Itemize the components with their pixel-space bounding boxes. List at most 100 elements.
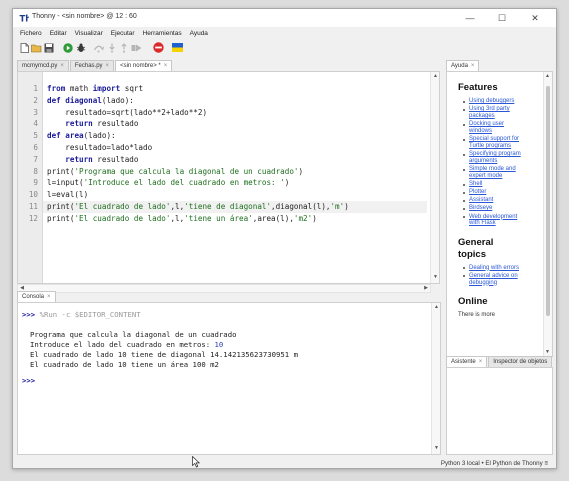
bullet-icon	[463, 138, 465, 141]
scroll-up-icon[interactable]: ▲	[432, 73, 439, 81]
help-link-text: Specifying program	[469, 151, 521, 158]
maximize-button[interactable]: ☐	[488, 11, 516, 25]
help-link[interactable]: Using debuggers	[469, 98, 549, 105]
code-line[interactable]: return resultado	[47, 154, 138, 166]
menu-fichero[interactable]: Fichero	[16, 30, 46, 37]
shell-console[interactable]: >>> %Run -c $EDITOR_CONTENT Programa que…	[17, 302, 441, 455]
help-link[interactable]: General advice on debugging	[469, 273, 549, 287]
code-line[interactable]: from math import sqrt	[47, 83, 143, 95]
menu-visualizar[interactable]: Visualizar	[71, 30, 107, 37]
resume-button[interactable]	[131, 42, 142, 53]
step-out-button[interactable]	[118, 42, 129, 53]
line-number: 2	[33, 95, 38, 105]
help-link-text: Plotter	[469, 189, 487, 196]
input-prompt-line[interactable]: >>>	[22, 376, 35, 385]
tab-asistente[interactable]: Asistente ×	[446, 356, 488, 367]
console-vertical-scrollbar[interactable]: ▲ ▼	[431, 303, 440, 454]
help-link[interactable]: Using 3rd party packages	[469, 106, 549, 120]
save-button[interactable]	[43, 42, 54, 53]
code-line[interactable]: return resultado	[47, 118, 138, 130]
tab-label: Ayuda	[451, 63, 468, 69]
help-link[interactable]: Web development with Flask	[469, 214, 549, 228]
help-scrollbar[interactable]: ▲ ▼	[543, 72, 552, 356]
help-link[interactable]: Dealing with errors	[469, 265, 549, 272]
tab-inspector-de-objetos[interactable]: Inspector de objetos	[488, 356, 553, 367]
help-link-text: Assistant	[469, 197, 494, 204]
menu-editar[interactable]: Editar	[46, 30, 71, 37]
bullet-icon	[463, 108, 465, 111]
function-name-token: area	[65, 131, 84, 141]
code-line[interactable]: print('El cuadrado de lado',l,'tiene de …	[43, 201, 427, 213]
step-into-icon	[108, 43, 115, 53]
code-line[interactable]: l=input('Introduce el lado del cuadrado …	[47, 177, 289, 189]
close-tab-icon[interactable]: ×	[106, 63, 110, 69]
help-link[interactable]: Special support for Turtle programs	[469, 136, 549, 150]
help-link[interactable]: Docking user windows	[469, 121, 549, 135]
step-into-button[interactable]	[106, 42, 117, 53]
code-line[interactable]: print('Programa que calcula la diagonal …	[47, 166, 303, 178]
help-link[interactable]: Specifying program arguments	[469, 151, 549, 165]
tab-consola[interactable]: Consola ×	[17, 291, 56, 302]
scroll-up-icon[interactable]: ▲	[545, 73, 550, 79]
tab-sin-nombre[interactable]: <sin nombre> * ×	[115, 60, 173, 71]
code-line[interactable]: resultado=lado*lado	[47, 142, 152, 154]
code-token: (lado):	[101, 95, 134, 105]
close-tab-icon[interactable]: ×	[479, 359, 483, 365]
scroll-thumb[interactable]	[546, 86, 550, 316]
code-line[interactable]: def diagonal(lado):	[47, 95, 134, 107]
tab-mcmymcd[interactable]: mcmymcd.py ×	[17, 60, 69, 71]
line-number-gutter: 1 2 3 4 5 6 7 8 9 10 11 12	[18, 72, 43, 283]
scroll-down-icon[interactable]: ▼	[433, 445, 440, 453]
help-link[interactable]: Shell	[469, 181, 549, 188]
help-link-text: Using 3rd party	[469, 106, 510, 113]
code-line[interactable]: l=eval(l)	[47, 189, 88, 201]
code-token: (lado):	[83, 131, 116, 141]
output-line: El cuadrado de lado 10 tiene de diagonal…	[30, 350, 298, 359]
new-file-icon	[20, 42, 29, 53]
editor-horizontal-scrollbar[interactable]: ◀ ▶	[17, 284, 431, 293]
bullet-icon	[463, 183, 465, 186]
keyword-token: def	[47, 95, 61, 105]
close-tab-icon[interactable]: ×	[47, 294, 51, 300]
menu-ayuda[interactable]: Ayuda	[186, 30, 212, 37]
close-tab-icon[interactable]: ×	[164, 63, 168, 69]
tab-ayuda[interactable]: Ayuda ×	[446, 60, 480, 71]
code-line[interactable]: def area(lado):	[47, 130, 116, 142]
close-tab-icon[interactable]: ×	[471, 63, 475, 69]
debug-button[interactable]	[75, 42, 86, 53]
tab-fechas[interactable]: Fechas.py ×	[69, 60, 115, 71]
scroll-down-icon[interactable]: ▼	[432, 274, 439, 282]
editor-tab-strip: mcmymcd.py × Fechas.py × <sin nombre> * …	[17, 59, 173, 71]
scroll-right-icon[interactable]: ▶	[422, 285, 430, 292]
stop-button[interactable]	[153, 42, 164, 53]
code-line[interactable]: print('El cuadrado de lado',l,'tiene un …	[47, 213, 317, 225]
close-window-button[interactable]: ✕	[521, 11, 549, 25]
close-tab-icon[interactable]: ×	[60, 63, 64, 69]
help-link[interactable]: Assistant	[469, 197, 549, 204]
menu-ejecutar[interactable]: Ejecutar	[107, 30, 139, 37]
string-token: 'El cuadrado de lado'	[74, 213, 171, 223]
scroll-up-icon[interactable]: ▲	[433, 304, 440, 312]
ukraine-flag-button[interactable]	[172, 42, 183, 53]
help-link[interactable]: Simple mode and expert mode	[469, 166, 549, 180]
code-line[interactable]: resultado=sqrt(lado**2+lado**2)	[47, 107, 207, 119]
help-link[interactable]: Plotter	[469, 189, 549, 196]
bullet-icon	[463, 168, 465, 171]
bullet-icon	[463, 216, 465, 218]
tab-label: Inspector de objetos	[493, 359, 548, 365]
menu-bar: Fichero Editar Visualizar Ejecutar Herra…	[13, 27, 556, 39]
editor-vertical-scrollbar[interactable]: ▲ ▼	[430, 72, 439, 283]
minimize-button[interactable]: —	[456, 11, 484, 25]
menu-herramientas[interactable]: Herramientas	[139, 30, 186, 37]
run-button[interactable]	[62, 42, 73, 53]
bullet-icon	[463, 123, 465, 126]
help-section-heading: topics	[458, 248, 486, 260]
interpreter-status[interactable]: Python 3 local • El Python de Thonny ≡	[441, 460, 548, 467]
new-file-button[interactable]	[19, 42, 30, 53]
code-editor[interactable]: 1 2 3 4 5 6 7 8 9 10 11 12 from math import sqrt def…	[17, 71, 440, 284]
help-link[interactable]: Birdseye	[469, 205, 549, 212]
open-file-button[interactable]	[31, 42, 42, 53]
step-over-button[interactable]	[93, 42, 104, 53]
user-input-value: 10	[214, 340, 224, 349]
